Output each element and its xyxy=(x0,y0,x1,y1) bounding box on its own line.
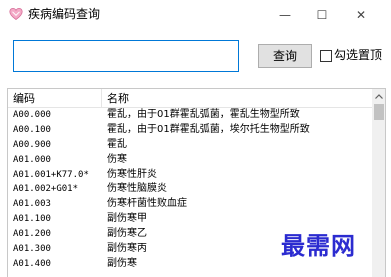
cell-name: 伤寒性脑膜炎 xyxy=(107,183,167,195)
cell-code: A01.002+G01* xyxy=(13,184,79,195)
close-icon: ✕ xyxy=(355,7,367,22)
cell-code: A01.000 xyxy=(13,154,51,165)
chevron-up-icon xyxy=(375,93,383,99)
scroll-thumb[interactable] xyxy=(374,104,384,120)
cell-name: 伤寒性肝炎 xyxy=(107,168,157,180)
table-row[interactable]: A01.100 副伤寒甲 xyxy=(8,212,372,227)
maximize-button[interactable]: ☐ xyxy=(305,0,339,29)
cell-name: 伤寒 xyxy=(107,153,127,165)
cell-name: 副伤寒丙 xyxy=(107,243,147,255)
column-header-code[interactable]: 编码 xyxy=(8,89,102,108)
cell-code: A01.003 xyxy=(13,199,51,210)
cell-name: 霍乱，由于01群霍乱弧菌，霍乱生物型所致 xyxy=(107,109,300,120)
cell-code: A01.300 xyxy=(13,244,51,255)
search-input[interactable] xyxy=(13,40,239,72)
cell-code: A01.001+K77.0* xyxy=(13,169,89,180)
cell-name: 霍乱，由于01群霍乱弧菌，埃尔托生物型所致 xyxy=(107,123,310,135)
table-row[interactable]: A01.000 伤寒 xyxy=(8,153,372,168)
minimize-button[interactable]: — xyxy=(268,0,302,29)
cell-code: A00.900 xyxy=(13,139,51,150)
cell-name: 副伤寒乙 xyxy=(107,228,147,240)
cell-name: 伤寒杆菌性败血症 xyxy=(107,198,187,210)
minimize-icon: — xyxy=(279,7,291,22)
app-heart-icon xyxy=(9,7,23,20)
table-row[interactable]: A01.002+G01* 伤寒性脑膜炎 xyxy=(8,182,372,197)
pin-to-top-label[interactable]: 勾选置顶 xyxy=(334,48,382,63)
cell-code: A01.100 xyxy=(13,214,51,225)
query-button[interactable]: 查询 xyxy=(258,44,312,68)
column-header-name[interactable]: 名称 xyxy=(102,89,372,108)
window-title: 疾病编码查询 xyxy=(28,7,101,21)
cell-code: A01.200 xyxy=(13,229,51,240)
cell-code: A00.000 xyxy=(13,110,51,120)
cell-code: A01.400 xyxy=(13,258,51,269)
watermark-logo: 最需网 xyxy=(281,231,356,260)
scroll-up-button[interactable] xyxy=(372,89,385,103)
maximize-icon: ☐ xyxy=(316,7,328,22)
title-bar: 疾病编码查询 — ☐ ✕ xyxy=(0,0,391,29)
cell-name: 副伤寒 xyxy=(107,257,137,269)
close-button[interactable]: ✕ xyxy=(344,0,378,29)
table-row[interactable]: A01.001+K77.0* 伤寒性肝炎 xyxy=(8,168,372,183)
table-row[interactable]: A01.003 伤寒杆菌性败血症 xyxy=(8,197,372,212)
table-row[interactable]: A00.100 霍乱，由于01群霍乱弧菌，埃尔托生物型所致 xyxy=(8,123,372,138)
vertical-scrollbar[interactable] xyxy=(372,89,385,277)
table-row[interactable]: A00.000 霍乱，由于01群霍乱弧菌，霍乱生物型所致 xyxy=(8,108,372,123)
table-row[interactable]: A00.900 霍乱 xyxy=(8,138,372,153)
cell-code: A00.100 xyxy=(13,124,51,135)
pin-to-top-checkbox[interactable] xyxy=(320,50,332,62)
cell-name: 霍乱 xyxy=(107,138,127,150)
cell-name: 副伤寒甲 xyxy=(107,213,147,225)
table-header: 编码 名称 xyxy=(8,89,372,108)
